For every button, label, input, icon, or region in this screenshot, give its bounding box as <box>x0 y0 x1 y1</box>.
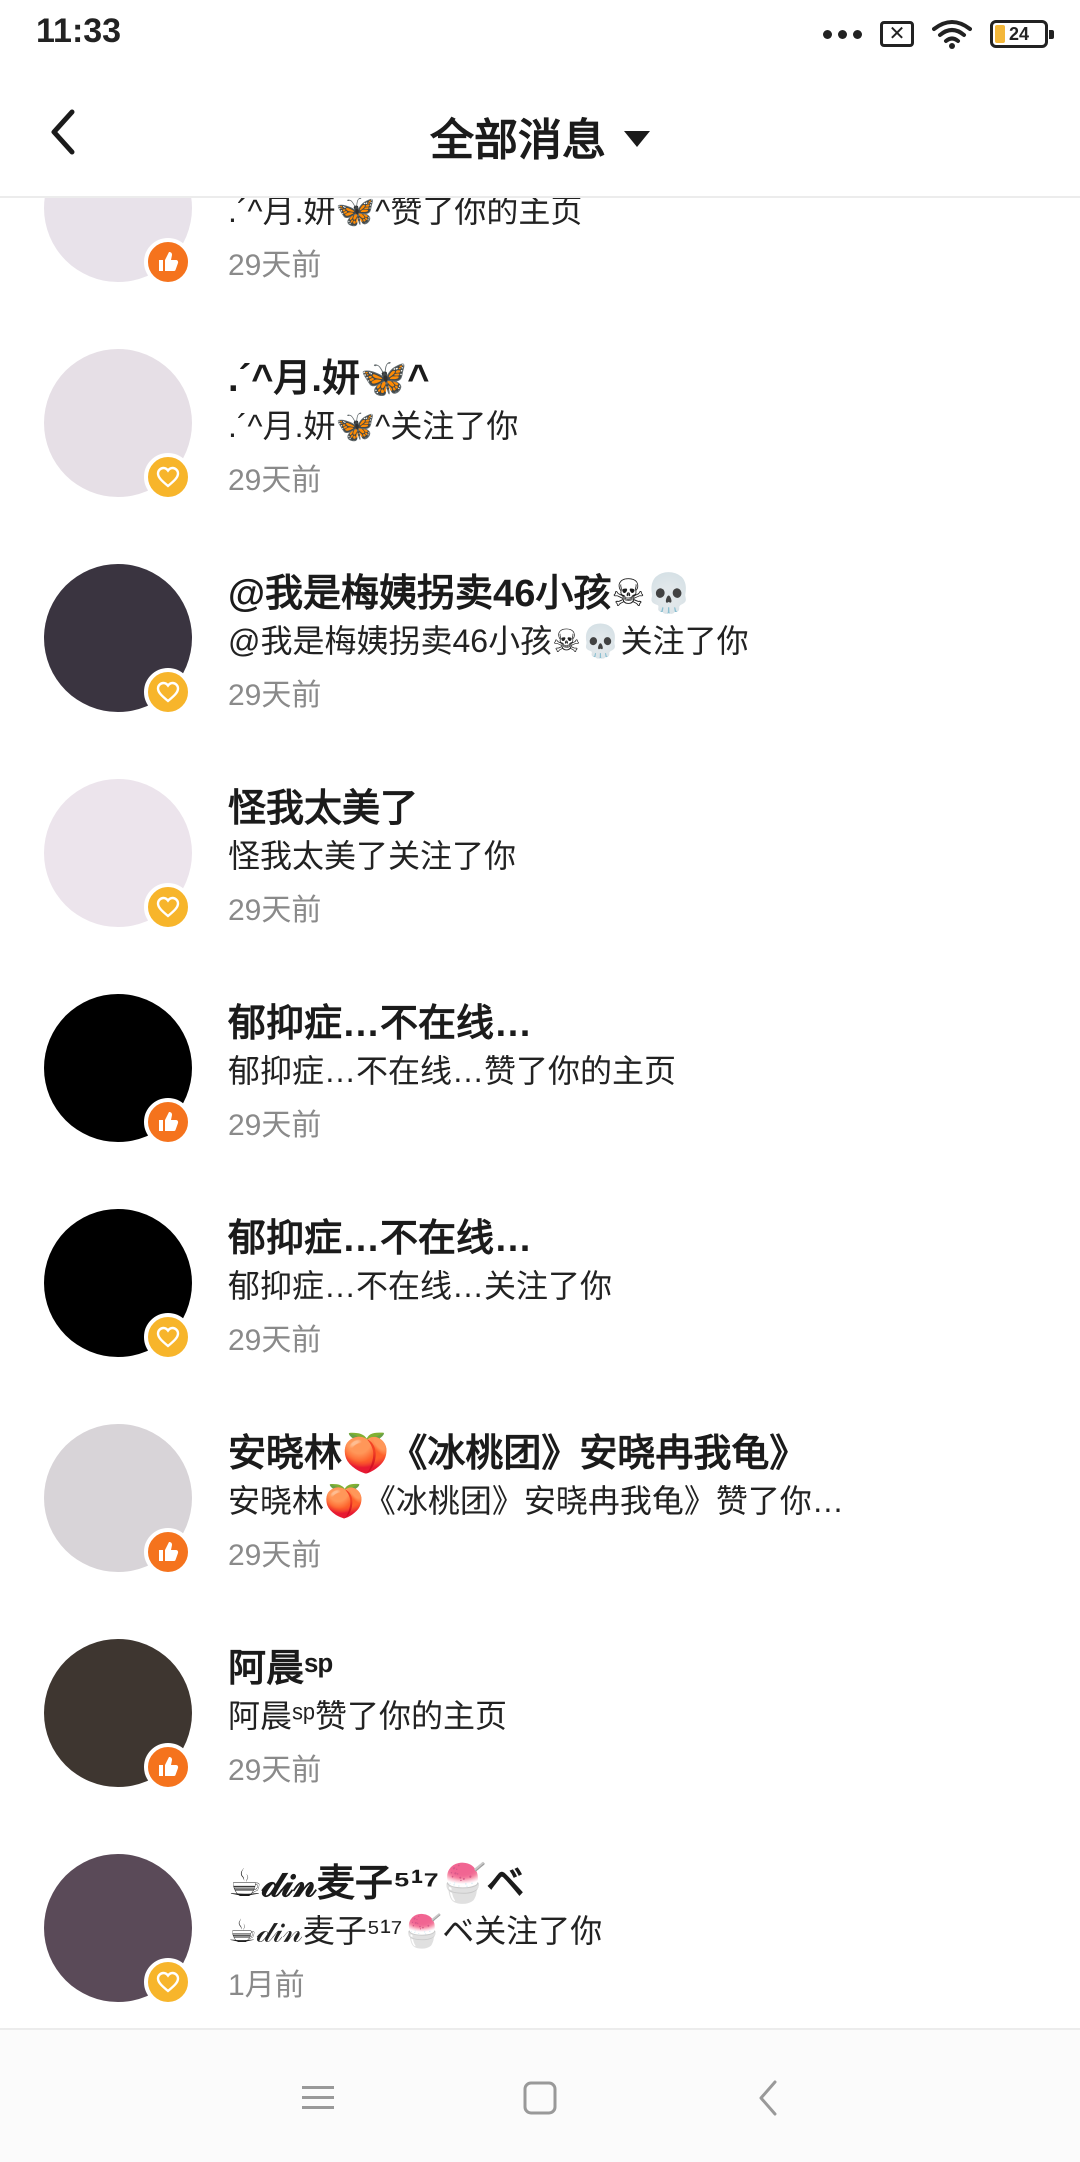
menu-icon <box>302 2086 334 2109</box>
message-item[interactable]: 安晓林🍑《冰桃团》安晓冉我龟》安晓林🍑《冰桃团》安晓冉我龟》赞了你… 29天前 <box>0 1424 1080 1639</box>
heart-icon <box>156 896 180 918</box>
back-arrow-icon <box>759 2080 777 2116</box>
battery-level: 24 <box>1008 23 1030 44</box>
more-dots-icon <box>823 29 862 39</box>
message-text: 郁抑症…不在线…赞了你的主页 <box>228 1053 677 1089</box>
timestamp: 29天前 <box>228 894 322 927</box>
system-nav-bar <box>0 2028 1080 2162</box>
timestamp: 29天前 <box>228 1539 322 1572</box>
page-title: 全部消息 <box>430 116 606 165</box>
timestamp: 29天前 <box>228 679 322 712</box>
message-item[interactable]: 怪我太美了怪我太美了关注了你 29天前 <box>0 779 1080 994</box>
message-text: 怪我太美了关注了你 <box>228 838 517 874</box>
wifi-icon <box>932 20 972 49</box>
like-badge <box>144 1098 192 1146</box>
message-text: .´^月.妍🦋^关注了你 <box>228 408 519 444</box>
home-button[interactable] <box>512 2070 568 2126</box>
home-square-icon <box>523 2081 557 2115</box>
system-back-button[interactable] <box>740 2070 796 2126</box>
like-badge <box>144 238 192 286</box>
user-name[interactable]: @我是梅姨拐卖46小孩☠💀 <box>228 562 693 617</box>
thumbs-up-icon <box>159 1542 179 1561</box>
message-text: 阿晨ˢᵖ赞了你的主页 <box>228 1698 507 1734</box>
message-text: 郁抑症…不在线…关注了你 <box>228 1268 613 1304</box>
user-name[interactable]: 阿晨ˢᵖ <box>228 1637 333 1692</box>
heart-icon <box>156 466 180 488</box>
user-name[interactable]: .´^月.妍🦋^ <box>228 347 429 402</box>
message-item[interactable]: 郁抑症…不在线… 郁抑症…不在线…赞了你的主页 29天前 <box>0 994 1080 1209</box>
message-text: ☕𝒹𝒾𝓃麦子⁵¹⁷🍧ベ关注了你 <box>228 1913 603 1949</box>
status-time: 11:33 <box>36 12 122 50</box>
message-text: 安晓林🍑《冰桃团》安晓冉我龟》赞了你… <box>228 1483 844 1519</box>
message-item[interactable]: @我是梅姨拐卖46小孩☠💀 @我是梅姨拐卖46小孩☠💀关注了你 29天前 <box>0 564 1080 779</box>
caret-down-icon <box>624 131 650 148</box>
thumbs-up-icon <box>159 252 179 271</box>
menu-button[interactable] <box>290 2070 346 2126</box>
status-bar: 11:33 ✕ 24 <box>0 0 1080 66</box>
user-name[interactable]: 郁抑症…不在线… <box>228 1207 532 1262</box>
message-list: .´^月.妍🦋^赞了你的主页 29天前 .´^月.妍🦋^ .´^月.妍🦋^关注了你 29… <box>0 196 1080 2028</box>
thumbs-up-icon <box>159 1112 179 1131</box>
user-name[interactable]: 怪我太美了 <box>228 777 418 832</box>
heart-icon <box>156 681 180 703</box>
header: 全部消息 <box>0 66 1080 198</box>
message-filter-dropdown[interactable]: 全部消息 <box>0 104 1080 168</box>
message-item[interactable]: 阿晨ˢᵖ 阿晨ˢᵖ赞了你的主页 29天前 <box>0 1639 1080 1854</box>
message-item[interactable]: .´^月.妍🦋^赞了你的主页 29天前 <box>0 196 1080 349</box>
user-name[interactable]: ☕𝒹𝒾𝓃麦子⁵¹⁷🍧ベ <box>228 1852 524 1907</box>
heart-icon <box>156 1326 180 1348</box>
timestamp: 29天前 <box>228 1324 322 1357</box>
status-icons: ✕ 24 <box>823 14 1054 54</box>
follow-badge <box>144 668 192 716</box>
like-badge <box>144 1528 192 1576</box>
message-text: .´^月.妍🦋^赞了你的主页 <box>228 196 583 229</box>
message-item[interactable]: .´^月.妍🦋^ .´^月.妍🦋^关注了你 29天前 <box>0 349 1080 564</box>
battery-icon: 24 <box>990 20 1054 48</box>
timestamp: 29天前 <box>228 249 322 282</box>
follow-badge <box>144 453 192 501</box>
timestamp: 29天前 <box>228 1754 322 1787</box>
timestamp: 29天前 <box>228 464 322 497</box>
user-name[interactable]: 郁抑症…不在线… <box>228 992 532 1047</box>
no-sim-icon: ✕ <box>880 21 914 47</box>
timestamp: 29天前 <box>228 1109 322 1142</box>
timestamp: 1月前 <box>228 1969 305 2002</box>
message-item[interactable]: 郁抑症…不在线… 郁抑症…不在线…关注了你 29天前 <box>0 1209 1080 1424</box>
follow-badge <box>144 1313 192 1361</box>
follow-badge <box>144 883 192 931</box>
thumbs-up-icon <box>159 1757 179 1776</box>
message-item[interactable]: ☕𝒹𝒾𝓃麦子⁵¹⁷🍧ベ ☕𝒹𝒾𝓃麦子⁵¹⁷🍧ベ关注了你 1月前 <box>0 1854 1080 2028</box>
follow-badge <box>144 1958 192 2006</box>
like-badge <box>144 1743 192 1791</box>
message-text: @我是梅姨拐卖46小孩☠💀关注了你 <box>228 623 749 659</box>
heart-icon <box>156 1971 180 1993</box>
user-name[interactable]: 安晓林🍑《冰桃团》安晓冉我龟》 <box>228 1422 807 1477</box>
